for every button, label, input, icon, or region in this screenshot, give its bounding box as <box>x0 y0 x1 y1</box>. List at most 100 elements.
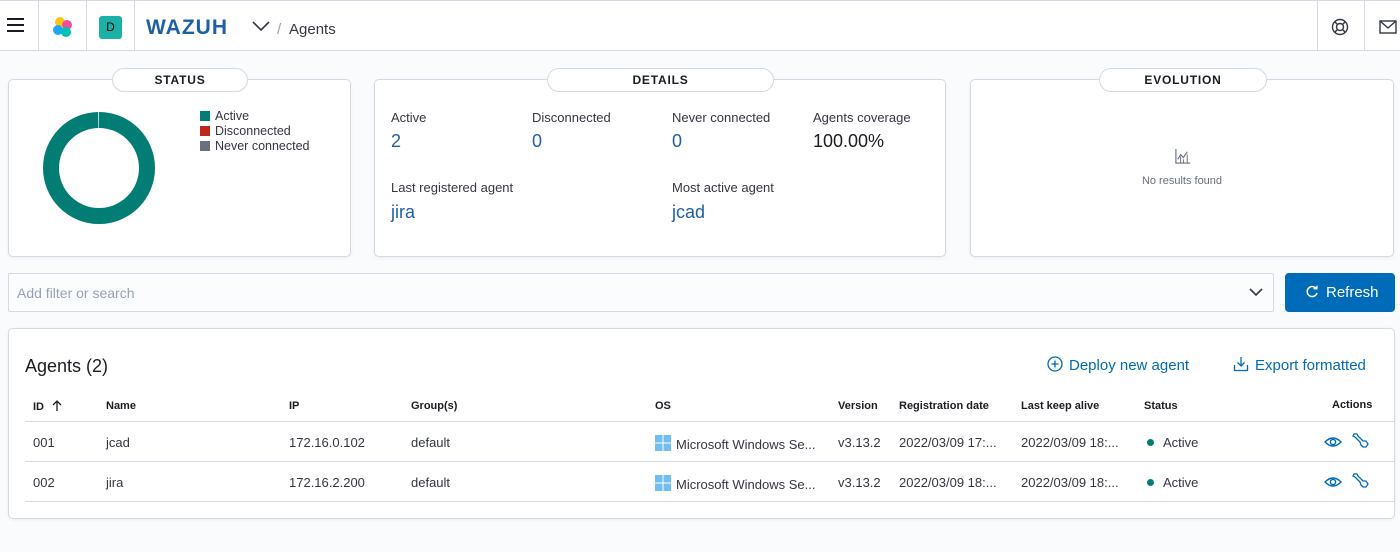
cell-registration-date: 2022/03/09 17:... <box>899 435 997 450</box>
mail-icon[interactable] <box>1379 20 1397 34</box>
status-label: Active <box>1163 475 1199 490</box>
active-count[interactable]: 2 <box>391 131 401 152</box>
cell-ip: 172.16.0.102 <box>289 435 365 450</box>
filter-search-bar <box>8 273 1274 312</box>
header-divider <box>134 1 135 51</box>
wazuh-brand[interactable]: WAZUH <box>146 16 228 40</box>
header-divider <box>86 1 87 51</box>
help-lifebuoy-icon[interactable] <box>1331 18 1349 36</box>
last-registered-agent-link[interactable]: jira <box>391 202 415 223</box>
elastic-logo-icon[interactable] <box>51 15 75 39</box>
legend-label: Disconnected <box>215 124 291 138</box>
column-header-version[interactable]: Version <box>838 400 878 412</box>
donut-segment-active[interactable] <box>43 112 155 224</box>
cell-last-keep-alive: 2022/03/09 18:... <box>1021 435 1119 450</box>
no-results-text: No results found <box>1141 175 1223 187</box>
cell-version: v3.13.2 <box>838 435 881 450</box>
status-dot-icon <box>1147 439 1154 446</box>
evolution-panel: EVOLUTION No results found <box>970 68 1394 257</box>
export-formatted-button[interactable]: Export formatted <box>1233 356 1366 374</box>
status-donut-chart <box>43 112 155 224</box>
most-active-label: Most active agent <box>672 180 774 195</box>
top-header: D WAZUH / Agents <box>0 0 1400 51</box>
refresh-icon <box>1306 285 1318 298</box>
table-divider <box>25 421 1395 422</box>
table-divider <box>25 461 1395 462</box>
cell-os-label: Microsoft Windows Se... <box>676 477 816 492</box>
plus-circle-icon <box>1047 356 1063 372</box>
column-header-id[interactable]: ID <box>33 400 63 413</box>
filter-search-input[interactable] <box>9 274 1229 311</box>
eye-icon[interactable] <box>1324 473 1342 491</box>
export-formatted-label: Export formatted <box>1255 357 1366 374</box>
cell-last-keep-alive: 2022/03/09 18:... <box>1021 475 1119 490</box>
refresh-label: Refresh <box>1326 284 1379 301</box>
column-header-name[interactable]: Name <box>106 400 136 412</box>
legend-item-never-connected[interactable]: Never connected <box>200 139 310 153</box>
column-header-ip[interactable]: IP <box>289 400 299 412</box>
legend-item-active[interactable]: Active <box>200 109 249 123</box>
cell-os: Microsoft Windows Se... <box>655 475 815 492</box>
header-divider <box>1317 1 1318 51</box>
coverage-value: 100.00% <box>813 131 885 151</box>
never-connected-label: Never connected <box>672 110 771 125</box>
status-panel-title: STATUS <box>112 68 248 92</box>
cell-registration-date: 2022/03/09 18:... <box>899 475 997 490</box>
coverage-label: Agents coverage <box>813 110 911 125</box>
never-connected-count[interactable]: 0 <box>672 131 682 152</box>
header-divider <box>38 1 39 51</box>
legend-item-disconnected[interactable]: Disconnected <box>200 124 291 138</box>
active-label: Active <box>391 110 427 125</box>
refresh-button[interactable]: Refresh <box>1285 273 1395 312</box>
status-panel: STATUS Active Disconnected Never connect… <box>8 68 351 257</box>
status-label: Active <box>1163 435 1199 450</box>
column-header-os[interactable]: OS <box>655 400 671 412</box>
cell-version: v3.13.2 <box>838 475 881 490</box>
disconnected-count[interactable]: 0 <box>532 131 542 152</box>
column-header-last-keep-alive[interactable]: Last keep alive <box>1021 400 1099 412</box>
chart-icon <box>1175 148 1191 164</box>
deploy-new-agent-button[interactable]: Deploy new agent <box>1047 356 1189 374</box>
legend-label: Active <box>215 109 250 123</box>
sort-ascending-icon <box>52 400 62 411</box>
chevron-down-icon[interactable] <box>1249 287 1263 297</box>
cell-id: 001 <box>33 435 55 450</box>
details-panel: DETAILS Active 2 Disconnected 0 Never co… <box>374 68 946 257</box>
legend-label: Never connected <box>215 139 310 153</box>
hamburger-menu-icon[interactable] <box>7 18 24 32</box>
windows-icon <box>655 435 671 451</box>
legend-swatch <box>200 126 210 136</box>
last-registered-label: Last registered agent <box>391 180 514 195</box>
cell-os-label: Microsoft Windows Se... <box>676 437 816 452</box>
status-dot-icon <box>1147 479 1154 486</box>
cell-status: Active <box>1147 475 1198 490</box>
deploy-new-agent-label: Deploy new agent <box>1069 357 1190 374</box>
download-icon <box>1233 357 1249 372</box>
cell-group: default <box>411 435 451 450</box>
cell-name: jira <box>106 475 124 490</box>
agents-table-title: Agents (2) <box>25 356 109 376</box>
table-divider <box>25 501 1395 502</box>
column-header-groups[interactable]: Group(s) <box>411 400 457 412</box>
breadcrumb-separator: / <box>277 21 282 38</box>
details-panel-title: DETAILS <box>547 68 774 92</box>
most-active-agent-link[interactable]: jcad <box>672 202 705 223</box>
cell-group: default <box>411 475 451 490</box>
header-divider <box>1364 1 1365 51</box>
column-header-registration-date[interactable]: Registration date <box>899 400 989 412</box>
cell-name: jcad <box>106 435 130 450</box>
wrench-icon[interactable] <box>1351 432 1369 450</box>
column-header-actions: Actions <box>1332 399 1373 411</box>
column-header-status[interactable]: Status <box>1144 400 1178 412</box>
windows-icon <box>655 475 671 491</box>
eye-icon[interactable] <box>1324 433 1342 451</box>
column-header-label: ID <box>33 401 44 413</box>
cell-id: 002 <box>33 475 55 490</box>
cell-ip: 172.16.2.200 <box>289 475 365 490</box>
agents-table-panel: Agents (2) Deploy new agent Export forma… <box>8 328 1395 519</box>
evolution-panel-title: EVOLUTION <box>1099 68 1267 92</box>
chevron-down-icon[interactable] <box>251 19 271 33</box>
legend-swatch <box>200 111 210 121</box>
wrench-icon[interactable] <box>1351 472 1369 490</box>
space-avatar[interactable]: D <box>99 16 122 39</box>
